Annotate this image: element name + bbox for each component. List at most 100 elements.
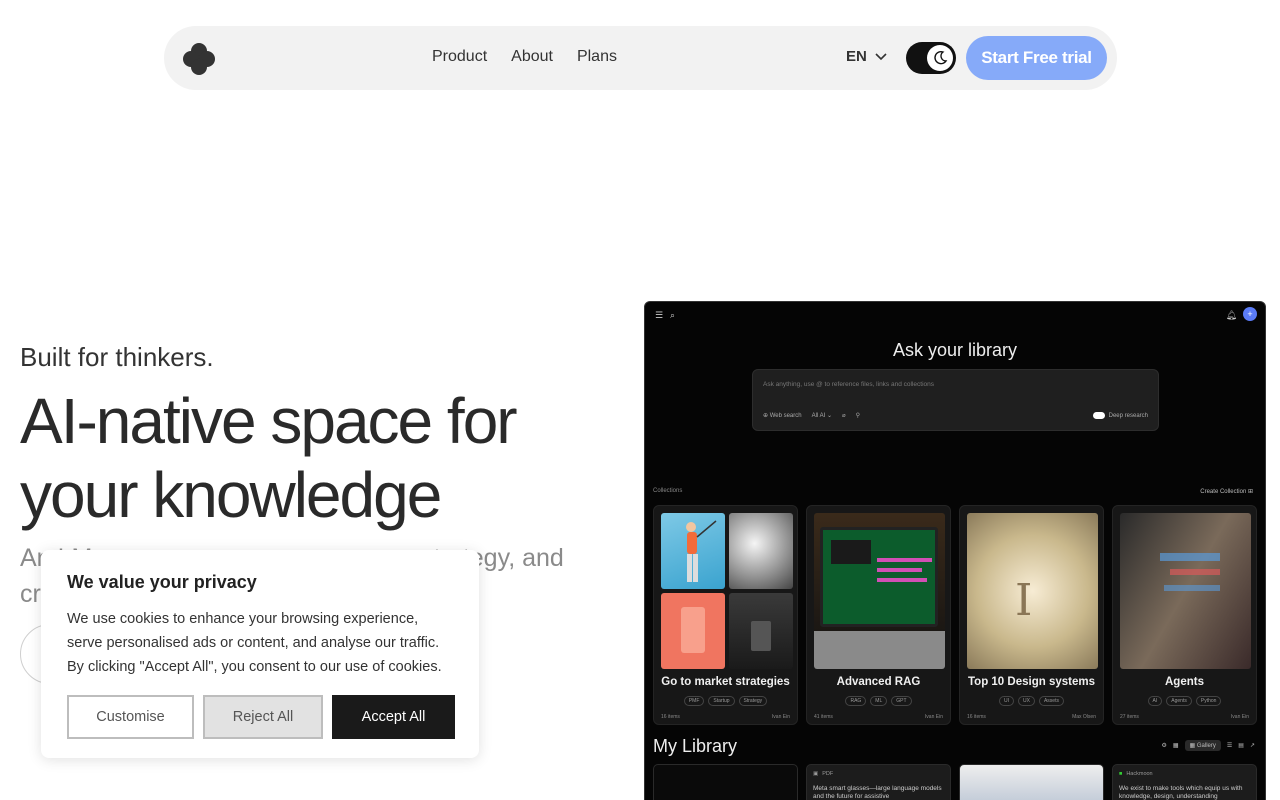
card-tags: UI UX Assets [960,696,1103,706]
bell-icon: 🔔︎ [1225,310,1237,320]
attach-icon: ⌀ [842,413,846,419]
collection-card: I Top 10 Design systems UI UX Assets 16 … [959,505,1104,725]
library-item-header: ▣ PDF [813,771,834,777]
tag: Agents [1166,696,1192,706]
tag: RAG [845,696,867,706]
card-title: Go to market strategies [661,676,790,688]
cookie-buttons: Customise Reject All Accept All [67,695,455,739]
deep-research-toggle: Deep research [1092,412,1148,419]
nav-link-product[interactable]: Product [432,48,487,66]
card-image [1120,513,1251,669]
card-tags: RAG ML GPT [807,696,950,706]
card-image: I [967,513,1098,669]
table-icon: ▤ [1238,743,1244,749]
collection-card: Go to market strategies PMF Startup Stra… [653,505,798,725]
library-item-text: Meta smart glasses—large language models… [813,785,942,800]
language-label: EN [846,48,867,65]
top-navbar: Product About Plans EN Start Free trial [164,26,1117,90]
toggle-knob [927,45,953,71]
library-item [653,764,798,800]
card-meta: 16 items Ivan Ein [661,714,790,720]
golfer-illustration [686,520,717,582]
cookie-body: We use cookies to enhance your browsing … [67,611,442,675]
avatar: + [1243,307,1257,321]
pdf-icon: ▣ [813,771,819,777]
tag: ML [870,696,888,706]
cookie-banner: We value your privacy We use cookies to … [41,550,479,758]
search-icon: ⌕ [670,310,676,320]
tag: Startup [708,696,735,706]
menu-icon: ☰ [655,310,664,320]
card-image [729,513,793,589]
filter-icon: ⚲ [855,413,861,419]
card-title: Agents [1165,676,1204,688]
nav-link-about[interactable]: About [511,48,553,66]
toggle-icon [1092,412,1105,419]
chevron-down-icon [875,52,887,60]
collection-card: Advanced RAG RAG ML GPT 41 items Ivan Ei… [806,505,951,725]
model-selector: All AI ⌄ [811,413,832,419]
tag: UI [999,696,1015,706]
start-free-trial-button[interactable]: Start Free trial [966,36,1107,80]
owner: Ivan Ein [924,714,943,720]
collection-card: Agents AI Agents Python 27 items Ivan Ei… [1112,505,1257,725]
nav-links: Product About Plans [432,48,617,66]
owner: Ivan Ein [771,714,790,720]
hero-tagline: Built for thinkers. [20,342,214,372]
card-title: Top 10 Design systems [968,676,1095,688]
library-item [959,764,1104,800]
site-icon: ■ [1119,771,1123,777]
card-image [661,513,725,589]
nav-link-plans[interactable]: Plans [577,48,617,66]
library-item: ■ Hackmoon We exist to make tools which e… [1112,764,1257,800]
library-item-header: ■ Hackmoon [1119,771,1153,777]
card-image [814,513,945,669]
tag: Strategy [738,696,768,706]
item-count: 16 items [661,714,680,720]
tag: GPT [891,696,912,706]
card-image [661,593,725,669]
hero-headline: AI-native space for your knowledge [20,385,518,531]
logo-icon[interactable] [182,42,216,76]
tag: AI [1147,696,1163,706]
create-collection-link: Create Collection ⊞ [1200,489,1253,495]
subhead-fragment: cr [20,580,41,608]
moon-icon [934,50,948,65]
share-icon: ↗ [1249,743,1255,749]
list-icon: ☰ [1226,743,1233,749]
ask-tools: ⊕ Web search All AI ⌄ ⌀ ⚲ [763,412,860,419]
owner: Max Olsen [1072,714,1096,720]
library-item: ▣ PDF Meta smart glasses—large language m… [806,764,951,800]
card-title: Advanced RAG [836,676,921,688]
card-image [729,593,793,669]
tag: Python [1195,696,1222,706]
my-library-title: My Library [653,736,738,756]
reject-all-button[interactable]: Reject All [203,695,323,739]
card-meta: 16 items Max Olsen [967,714,1096,720]
tag: PMF [683,696,705,706]
library-item-text: We exist to make tools which equip us wi… [1119,785,1243,800]
item-count: 16 items [967,714,986,720]
tag: Assets [1038,696,1064,706]
card-tags: AI Agents Python [1113,696,1256,706]
tag: UX [1018,696,1035,706]
gallery-view-button: ▦ Gallery [1184,740,1221,751]
grid-icon: ▦ [1172,743,1179,749]
item-count: 41 items [814,714,833,720]
collections-label: Collections [653,488,683,494]
language-selector[interactable]: EN [846,48,887,65]
ask-placeholder: Ask anything, use @ to reference files, … [763,381,934,388]
accept-all-button[interactable]: Accept All [332,695,455,739]
deep-research-label: Deep research [1108,412,1148,419]
ask-title: Ask your library [892,340,1018,360]
card-tags: PMF Startup Strategy [654,696,797,706]
customise-button[interactable]: Customise [67,695,194,739]
web-search-toggle: ⊕ Web search [763,413,802,419]
view-controls: ⚙ ▦ ▦ Gallery ☰ ▤ ↗ [1161,740,1255,751]
app-preview: ☰ ⌕ 🔔︎ + Ask your library Ask anything, … [644,301,1266,800]
settings-icon: ⚙ [1161,743,1167,749]
cookie-title: We value your privacy [67,572,257,592]
card-meta: 27 items Ivan Ein [1120,714,1249,720]
owner: Ivan Ein [1230,714,1249,720]
theme-toggle[interactable] [906,42,956,74]
